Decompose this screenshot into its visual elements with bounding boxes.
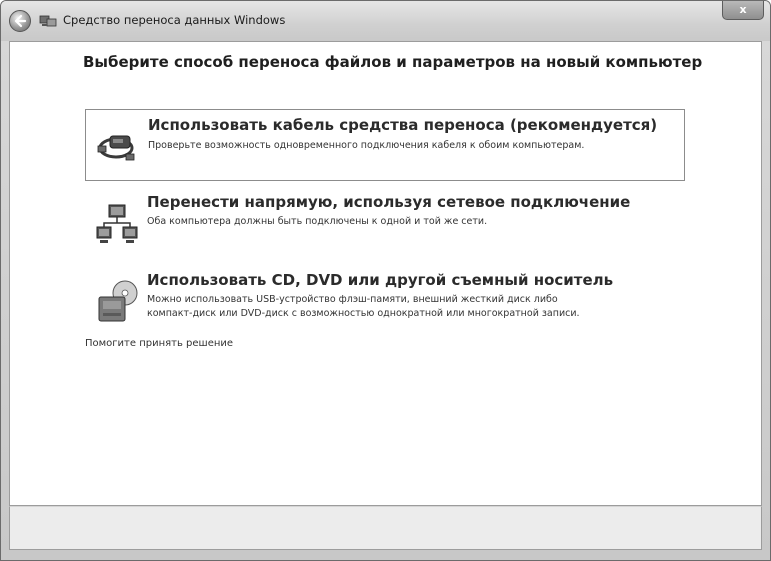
option-removable-media-description-line2: компакт-диск или DVD-диск с возможностью… <box>147 308 580 319</box>
title-bar: Средство переноса данных Windows x <box>1 1 770 41</box>
network-computers-icon <box>96 204 138 243</box>
close-button[interactable]: x <box>722 1 764 20</box>
window: Средство переноса данных Windows x Выбер… <box>0 0 771 561</box>
option-removable-media[interactable]: Использовать CD, DVD или другой съемный … <box>85 269 685 337</box>
removable-media-icon <box>98 280 138 322</box>
footer-bar <box>9 506 762 550</box>
option-network-title: Перенести напрямую, используя сетевое по… <box>147 193 631 211</box>
transfer-app-icon <box>39 15 57 27</box>
option-cable-description: Проверьте возможность одновременного под… <box>148 140 585 151</box>
cable-icon <box>97 135 135 161</box>
option-removable-media-description-line1: Можно использовать USB-устройство флэш-п… <box>147 294 558 305</box>
page-heading: Выберите способ переноса файлов и параме… <box>83 53 703 71</box>
option-removable-media-title: Использовать CD, DVD или другой съемный … <box>147 271 614 289</box>
option-network-description: Оба компьютера должны быть подключены к … <box>147 216 488 227</box>
back-button[interactable] <box>9 10 31 32</box>
option-network[interactable]: Перенести напрямую, используя сетевое по… <box>85 193 685 259</box>
window-title: Средство переноса данных Windows <box>63 13 286 27</box>
option-cable[interactable]: Использовать кабель средства переноса (р… <box>85 109 685 181</box>
back-arrow-icon <box>14 14 27 28</box>
option-cable-title: Использовать кабель средства переноса (р… <box>148 116 658 134</box>
close-icon: x <box>739 3 747 16</box>
help-decide-link[interactable]: Помогите принять решение <box>85 338 233 349</box>
